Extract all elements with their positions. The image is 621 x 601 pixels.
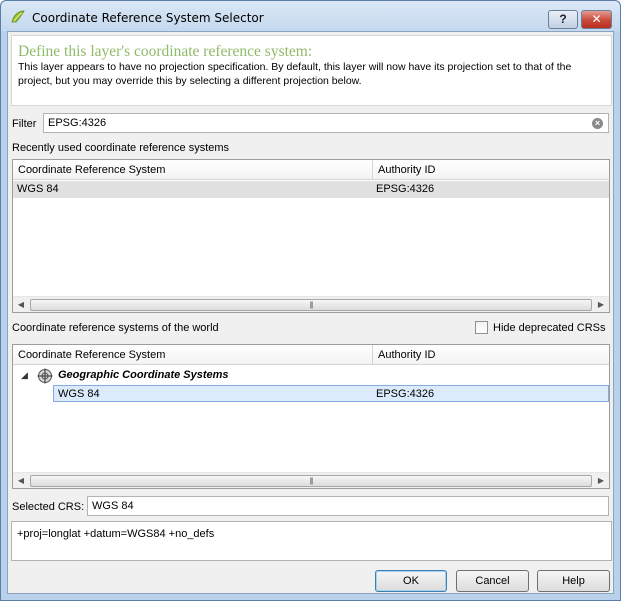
world-crs-label: Coordinate reference systems of the worl… (12, 322, 219, 334)
hide-deprecated-label: Hide deprecated CRSs (493, 322, 606, 334)
filter-value: EPSG:4326 (48, 117, 107, 129)
qgis-logo-icon (11, 10, 25, 23)
scroll-left-icon[interactable]: ◀ (15, 475, 27, 487)
proj-definition-text: +proj=longlat +datum=WGS84 +no_defs (17, 528, 215, 540)
recent-row-authid: EPSG:4326 (376, 183, 435, 195)
tree-group-label: Geographic Coordinate Systems (58, 369, 229, 381)
table-row[interactable]: WGS 84 EPSG:4326 (13, 181, 609, 198)
title-close-button[interactable]: ✕ (581, 10, 612, 29)
expand-arrow-icon[interactable]: ◢ (21, 370, 28, 381)
title-bar[interactable]: Coordinate Reference System Selector ? ✕ (1, 1, 620, 31)
ok-button[interactable]: OK (375, 570, 447, 592)
header-panel: Define this layer's coordinate reference… (11, 35, 612, 106)
world-col-crs[interactable]: Coordinate Reference System (13, 345, 372, 365)
recent-table-header: Coordinate Reference System Authority ID (13, 160, 609, 180)
grip-icon: ||| (309, 478, 314, 485)
recent-crs-table[interactable]: Coordinate Reference System Authority ID… (12, 159, 610, 313)
filter-label: Filter (12, 118, 37, 130)
recent-col-authority[interactable]: Authority ID (372, 160, 609, 180)
table-row[interactable]: WGS 84 EPSG:4326 (53, 385, 609, 402)
globe-crosshair-icon (37, 368, 53, 384)
crs-selector-dialog: Coordinate Reference System Selector ? ✕… (0, 0, 621, 601)
title-help-button[interactable]: ? (548, 10, 578, 29)
scroll-right-icon[interactable]: ▶ (595, 299, 607, 311)
recent-row-name: WGS 84 (17, 183, 59, 195)
selected-crs-label: Selected CRS: (12, 501, 85, 513)
header-title: Define this layer's coordinate reference… (18, 43, 313, 60)
window-title: Coordinate Reference System Selector (32, 11, 264, 25)
scroll-right-icon[interactable]: ▶ (595, 475, 607, 487)
world-scroll-thumb[interactable]: ||| (30, 475, 592, 487)
dialog-client: Define this layer's coordinate reference… (7, 31, 614, 594)
world-crs-tree[interactable]: Coordinate Reference System Authority ID… (12, 344, 610, 489)
hide-deprecated-checkbox[interactable] (475, 321, 488, 334)
clear-filter-icon[interactable]: × (592, 118, 603, 129)
recent-hscrollbar[interactable]: ◀ ||| ▶ (13, 296, 609, 312)
selected-crs-field: WGS 84 (87, 496, 609, 516)
cancel-button[interactable]: Cancel (456, 570, 529, 592)
help-button[interactable]: Help (537, 570, 610, 592)
scroll-left-icon[interactable]: ◀ (15, 299, 27, 311)
world-row-name: WGS 84 (58, 388, 100, 400)
world-hscrollbar[interactable]: ◀ ||| ▶ (13, 472, 609, 488)
recent-crs-label: Recently used coordinate reference syste… (12, 142, 230, 154)
recent-col-crs[interactable]: Coordinate Reference System (13, 160, 372, 180)
filter-input[interactable]: EPSG:4326 × (43, 113, 609, 133)
world-col-authority[interactable]: Authority ID (372, 345, 609, 365)
proj-definition-box: +proj=longlat +datum=WGS84 +no_defs (11, 521, 612, 561)
recent-scroll-thumb[interactable]: ||| (30, 299, 592, 311)
selected-crs-value: WGS 84 (92, 500, 134, 512)
world-table-header: Coordinate Reference System Authority ID (13, 345, 609, 365)
header-description: This layer appears to have no projection… (18, 61, 572, 87)
grip-icon: ||| (309, 302, 314, 309)
world-row-authid: EPSG:4326 (376, 388, 435, 400)
tree-group-row[interactable]: ◢ Geographic Coordinate Systems (13, 366, 609, 386)
